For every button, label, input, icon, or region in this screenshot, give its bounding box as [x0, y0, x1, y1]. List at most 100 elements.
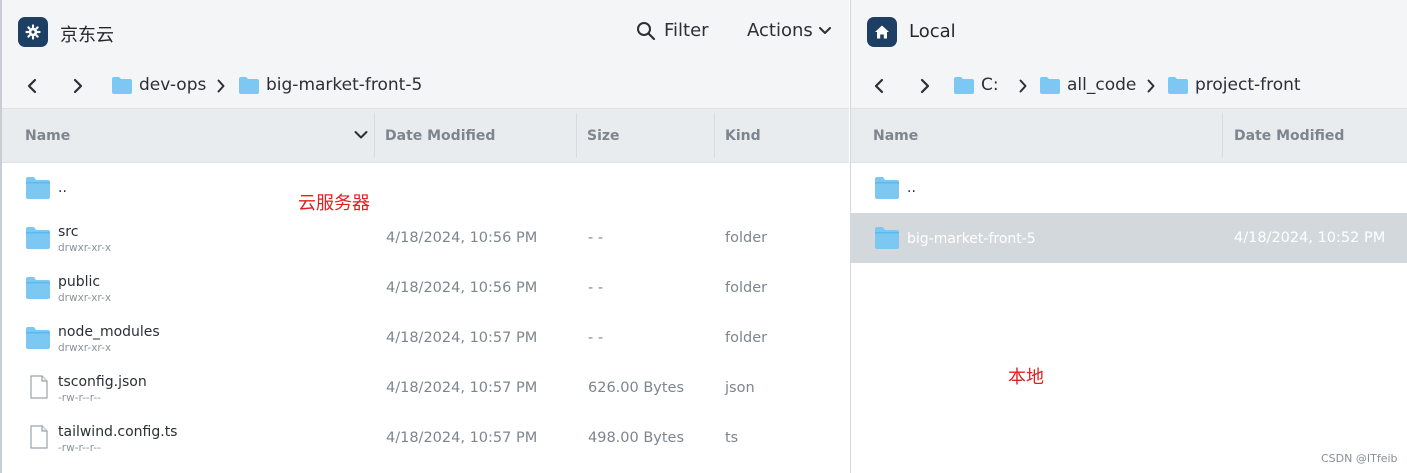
folder-icon [954, 76, 974, 94]
breadcrumb-label: dev-ops [139, 75, 207, 95]
file-name: .. [58, 180, 67, 196]
folder-icon [26, 277, 50, 299]
column-divider[interactable] [576, 113, 577, 158]
folder-icon [1040, 76, 1060, 94]
forward-button[interactable] [917, 76, 933, 96]
remote-host-badge[interactable] [18, 17, 48, 47]
filter-button[interactable]: Filter [636, 20, 709, 41]
chevron-right-icon [1019, 79, 1027, 93]
remote-annotation: 云服务器 [298, 193, 370, 214]
file-kind: folder [725, 330, 768, 346]
folder-icon [239, 76, 259, 94]
remote-host-name: 京东云 [60, 25, 114, 46]
breadcrumb-item-c-drive[interactable]: C: [954, 75, 999, 95]
breadcrumb-separator [215, 77, 227, 95]
chevron-right-icon [217, 79, 225, 93]
column-divider[interactable] [1222, 113, 1223, 158]
back-button[interactable] [24, 76, 40, 96]
actions-menu-button[interactable]: Actions [747, 20, 831, 41]
local-host-name: Local [909, 21, 956, 42]
file-row[interactable]: public drwxr-xr-x 4/18/2024, 10:56 PM - … [2, 263, 849, 313]
file-size: - - [588, 280, 604, 296]
file-kind: ts [725, 430, 739, 446]
file-row-selected[interactable]: big-market-front-5 4/18/2024, 10:52 PM [851, 213, 1407, 263]
filter-label: Filter [664, 20, 709, 41]
file-kind: folder [725, 230, 768, 246]
breadcrumb-item-project-front[interactable]: project-front [1168, 75, 1301, 95]
local-host-badge[interactable] [867, 17, 897, 47]
file-name: tsconfig.json [58, 374, 147, 390]
local-top-bar: Local [851, 0, 1407, 63]
file-name: public [58, 274, 101, 290]
chevron-right-icon [73, 78, 83, 94]
file-name: src [58, 224, 79, 240]
file-name: big-market-front-5 [907, 231, 1036, 247]
file-row-parent[interactable]: .. [2, 163, 849, 213]
file-row[interactable]: tailwind.config.ts -rw-r--r-- 4/18/2024,… [2, 413, 849, 463]
file-kind: folder [725, 280, 768, 296]
chevron-left-icon [27, 78, 37, 94]
file-date: 4/18/2024, 10:57 PM [386, 380, 538, 396]
actions-label: Actions [747, 20, 813, 41]
file-icon [30, 375, 48, 399]
column-divider[interactable] [714, 113, 715, 158]
back-button[interactable] [871, 76, 887, 96]
chevron-right-icon [920, 78, 930, 94]
folder-icon [26, 177, 50, 199]
local-column-header: Name Date Modified [851, 108, 1407, 163]
folder-icon [26, 227, 50, 249]
breadcrumb-label: big-market-front-5 [266, 75, 423, 95]
column-date-modified[interactable]: Date Modified [1234, 109, 1344, 162]
file-date: 4/18/2024, 10:56 PM [386, 280, 538, 296]
file-row[interactable]: src drwxr-xr-x 4/18/2024, 10:56 PM - - f… [2, 213, 849, 263]
gear-icon [25, 24, 41, 40]
breadcrumb-separator [1017, 77, 1029, 95]
home-icon [875, 25, 889, 39]
file-permissions: drwxr-xr-x [58, 242, 112, 254]
column-size[interactable]: Size [587, 109, 620, 162]
file-permissions: drwxr-xr-x [58, 292, 112, 304]
file-date: 4/18/2024, 10:52 PM [1234, 230, 1386, 246]
column-date-modified[interactable]: Date Modified [385, 109, 495, 162]
folder-icon [112, 76, 132, 94]
file-permissions: -rw-r--r-- [58, 392, 101, 404]
file-size: - - [588, 230, 604, 246]
file-size: 626.00 Bytes [588, 380, 685, 396]
local-file-pane: Local C: all_code project-front Name Dat… [850, 0, 1407, 473]
file-kind: json [725, 380, 755, 396]
file-date: 4/18/2024, 10:57 PM [386, 430, 538, 446]
column-name[interactable]: Name [25, 109, 70, 162]
file-size: 498.00 Bytes [588, 430, 685, 446]
chevron-down-icon [818, 26, 831, 34]
file-row[interactable]: tsconfig.json -rw-r--r-- 4/18/2024, 10:5… [2, 363, 849, 413]
file-permissions: drwxr-xr-x [58, 342, 112, 354]
sort-chevron-down-icon[interactable] [354, 130, 368, 140]
file-name: node_modules [58, 324, 160, 340]
breadcrumb-label: project-front [1195, 75, 1301, 95]
breadcrumb-label: C: [981, 75, 999, 95]
file-name: tailwind.config.ts [58, 424, 178, 440]
remote-top-bar: 京东云 Filter Actions [2, 0, 849, 63]
folder-icon [26, 327, 50, 349]
local-annotation: 本地 [1008, 367, 1044, 388]
search-icon [637, 21, 656, 40]
column-name[interactable]: Name [873, 109, 918, 162]
breadcrumb-item-all-code[interactable]: all_code [1040, 75, 1136, 95]
folder-icon [875, 227, 899, 249]
remote-column-header: Name Date Modified Size Kind [2, 108, 849, 163]
forward-button[interactable] [70, 76, 86, 96]
column-kind[interactable]: Kind [725, 109, 761, 162]
breadcrumb-item-dev-ops[interactable]: dev-ops [112, 75, 206, 95]
file-size: - - [588, 330, 604, 346]
breadcrumb-item-big-market-front-5[interactable]: big-market-front-5 [239, 75, 422, 95]
breadcrumb-separator [1145, 77, 1157, 95]
folder-icon [875, 177, 899, 199]
file-row-parent[interactable]: .. [851, 163, 1407, 213]
folder-icon [1168, 76, 1188, 94]
file-permissions: -rw-r--r-- [58, 442, 101, 454]
chevron-left-icon [874, 78, 884, 94]
column-divider[interactable] [374, 113, 375, 158]
remote-file-pane: 京东云 Filter Actions dev-ops big-market-fr… [0, 0, 849, 473]
file-row[interactable]: node_modules drwxr-xr-x 4/18/2024, 10:57… [2, 313, 849, 363]
file-date: 4/18/2024, 10:56 PM [386, 230, 538, 246]
